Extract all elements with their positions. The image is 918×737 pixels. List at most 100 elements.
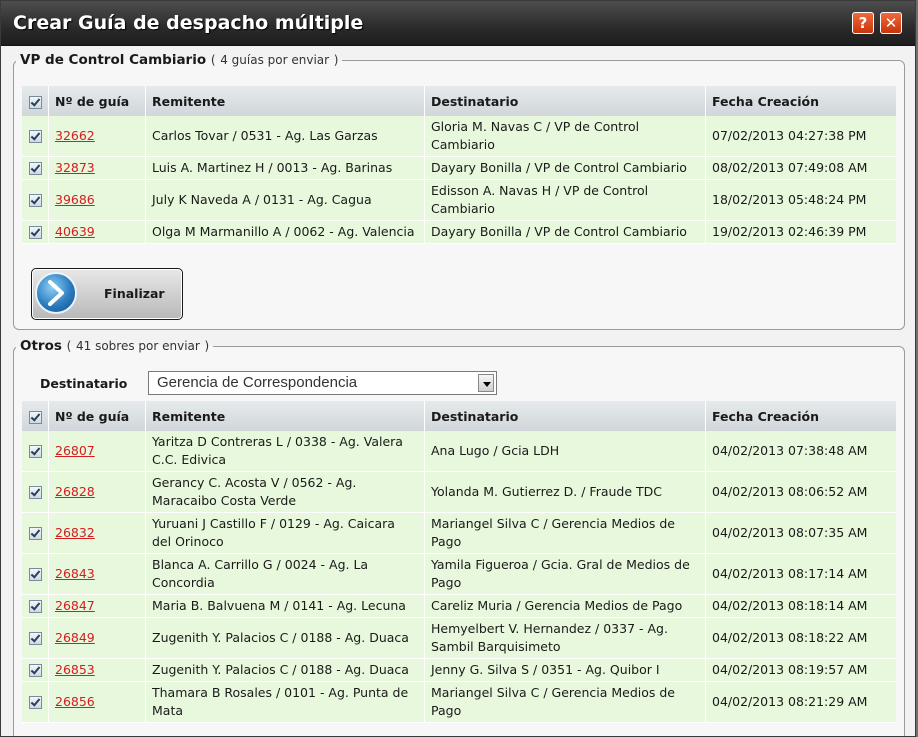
destinatario-cell: Dayary Bonilla / VP de Control Cambiario xyxy=(424,220,706,244)
col-header-fecha[interactable]: Fecha Creación xyxy=(705,86,896,116)
row-checkbox[interactable] xyxy=(28,486,42,499)
table-row[interactable]: 39686 July K Naveda A / 0131 - Ag. Cagua E… xyxy=(22,179,896,221)
table-row[interactable]: 26847 Maria B. Balvuena M / 0141 - Ag. Le… xyxy=(22,594,896,618)
col-header-remitente[interactable]: Remitente xyxy=(145,401,425,431)
col-header-fecha[interactable]: Fecha Creación xyxy=(705,401,896,431)
guia-link[interactable]: 26856 xyxy=(55,694,95,709)
row-checkbox-cell xyxy=(22,658,49,682)
table-row[interactable]: 32662 Carlos Tovar / 0531 - Ag. Las Garza… xyxy=(22,116,896,157)
row-checkbox-cell xyxy=(22,179,49,221)
fecha-cell: 08/02/2013 07:49:08 AM xyxy=(705,156,896,180)
row-checkbox-cell xyxy=(22,594,49,618)
finalizar-button[interactable]: Finalizar xyxy=(31,268,183,320)
guia-link[interactable]: 26843 xyxy=(55,566,95,581)
guia-link[interactable]: 26853 xyxy=(55,662,95,677)
guia-cell: 26847 xyxy=(48,594,146,618)
guia-link[interactable]: 40639 xyxy=(55,224,95,239)
fecha-cell: 04/02/2013 08:18:22 AM xyxy=(705,617,896,659)
chevron-down-icon[interactable] xyxy=(478,374,494,392)
dialog-window: Crear Guía de despacho múltiple ? ✕ VP d… xyxy=(0,0,916,737)
guia-link[interactable]: 32662 xyxy=(55,128,95,143)
guia-cell: 26807 xyxy=(48,431,146,472)
row-checkbox-cell xyxy=(22,512,49,554)
row-checkbox[interactable] xyxy=(28,194,42,207)
section1-count: 4 guías por enviar xyxy=(220,53,330,67)
guia-link[interactable]: 26828 xyxy=(55,484,95,499)
section-vp-control-cambiario: VP de Control Cambiario ( 4 guías por en… xyxy=(13,52,905,330)
remitente-cell: Thamara B Rosales / 0101 - Ag. Punta de … xyxy=(145,681,425,723)
table-row[interactable]: 26807 Yaritza D Contreras L / 0338 - Ag. … xyxy=(22,431,896,472)
fecha-cell: 19/02/2013 02:46:39 PM xyxy=(705,220,896,244)
col-header-guia[interactable]: Nº de guía xyxy=(48,86,146,116)
row-checkbox-cell xyxy=(22,617,49,659)
table-row[interactable]: 40639 Olga M Marmanillo A / 0062 - Ag. Va… xyxy=(22,220,896,244)
row-checkbox[interactable] xyxy=(28,527,42,540)
row-checkbox-cell xyxy=(22,220,49,244)
destinatario-select[interactable]: Gerencia de Correspondencia xyxy=(148,371,497,395)
guia-cell: 32662 xyxy=(48,116,146,157)
fecha-cell: 04/02/2013 08:17:14 AM xyxy=(705,553,896,595)
fecha-cell: 04/02/2013 08:06:52 AM xyxy=(705,471,896,513)
dialog-title: Crear Guía de despacho múltiple xyxy=(13,12,364,34)
row-checkbox-cell xyxy=(22,431,49,472)
section1-count-close: ) xyxy=(333,53,339,67)
destinatario-cell: Mariangel Silva C / Gerencia Medios de P… xyxy=(424,512,706,554)
row-checkbox[interactable] xyxy=(28,226,42,239)
remitente-cell: Yuruani J Castillo F / 0129 - Ag. Caicar… xyxy=(145,512,425,554)
close-icon[interactable]: ✕ xyxy=(880,12,902,34)
col-header-destinatario[interactable]: Destinatario xyxy=(424,86,706,116)
row-checkbox[interactable] xyxy=(28,130,42,143)
section2-title: Otros xyxy=(20,338,62,354)
row-checkbox[interactable] xyxy=(28,162,42,175)
title-bar[interactable]: Crear Guía de despacho múltiple ? ✕ xyxy=(1,1,915,46)
guia-link[interactable]: 26847 xyxy=(55,598,95,613)
destinatario-cell: Mariangel Silva C / Gerencia Medios de P… xyxy=(424,681,706,723)
select-all-cell xyxy=(22,401,49,431)
select-all-checkbox[interactable] xyxy=(28,95,42,109)
row-checkbox[interactable] xyxy=(28,632,42,645)
section1-count-open: ( xyxy=(210,53,216,67)
remitente-cell: July K Naveda A / 0131 - Ag. Cagua xyxy=(145,179,425,221)
destinatario-cell: Jenny G. Silva S / 0351 - Ag. Quibor I xyxy=(424,658,706,682)
row-checkbox[interactable] xyxy=(28,696,42,709)
table-row[interactable]: 26832 Yuruani J Castillo F / 0129 - Ag. C… xyxy=(22,512,896,554)
destinatario-cell: Edisson A. Navas H / VP de Control Cambi… xyxy=(424,179,706,221)
table-row[interactable]: 26853 Zugenith Y. Palacios C / 0188 - Ag.… xyxy=(22,658,896,682)
select-all-cell xyxy=(22,86,49,116)
section2-legend: Otros ( 41 sobres por enviar ) xyxy=(16,338,213,354)
help-icon[interactable]: ? xyxy=(852,12,874,34)
remitente-cell: Yaritza D Contreras L / 0338 - Ag. Valer… xyxy=(145,431,425,472)
guia-link[interactable]: 26849 xyxy=(55,630,95,645)
section2-count-open: ( xyxy=(66,339,72,353)
fecha-cell: 18/02/2013 05:48:24 PM xyxy=(705,179,896,221)
col-header-remitente[interactable]: Remitente xyxy=(145,86,425,116)
guia-link[interactable]: 39686 xyxy=(55,192,95,207)
guia-cell: 26843 xyxy=(48,553,146,595)
table-row[interactable]: 32873 Luis A. Martinez H / 0013 - Ag. Bar… xyxy=(22,156,896,180)
guia-link[interactable]: 32873 xyxy=(55,160,95,175)
table-row[interactable]: 26856 Thamara B Rosales / 0101 - Ag. Punt… xyxy=(22,681,896,723)
guia-link[interactable]: 26832 xyxy=(55,525,95,540)
col-header-guia[interactable]: Nº de guía xyxy=(48,401,146,431)
select-all-checkbox[interactable] xyxy=(28,410,42,424)
table-row[interactable]: 26843 Blanca A. Carrillo G / 0024 - Ag. L… xyxy=(22,553,896,595)
table-header-row: Nº de guía Remitente Destinatario Fecha … xyxy=(22,401,896,431)
destinatario-selected-value: Gerencia de Correspondencia xyxy=(157,374,358,391)
remitente-cell: Carlos Tovar / 0531 - Ag. Las Garzas xyxy=(145,116,425,157)
col-header-destinatario[interactable]: Destinatario xyxy=(424,401,706,431)
row-checkbox[interactable] xyxy=(28,664,42,677)
table-row[interactable]: 26828 Gerancy C. Acosta V / 0562 - Ag. Ma… xyxy=(22,471,896,513)
row-checkbox-cell xyxy=(22,471,49,513)
row-checkbox[interactable] xyxy=(28,600,42,613)
remitente-cell: Luis A. Martinez H / 0013 - Ag. Barinas xyxy=(145,156,425,180)
table-row[interactable]: 26849 Zugenith Y. Palacios C / 0188 - Ag.… xyxy=(22,617,896,659)
remitente-cell: Gerancy C. Acosta V / 0562 - Ag. Maracai… xyxy=(145,471,425,513)
section2-count: 41 sobres por enviar xyxy=(76,339,200,353)
guia-cell: 26832 xyxy=(48,512,146,554)
row-checkbox-cell xyxy=(22,156,49,180)
guia-link[interactable]: 26807 xyxy=(55,443,95,458)
row-checkbox[interactable] xyxy=(28,445,42,458)
section1-legend: VP de Control Cambiario ( 4 guías por en… xyxy=(16,52,342,68)
section1-title: VP de Control Cambiario xyxy=(20,52,207,68)
row-checkbox[interactable] xyxy=(28,568,42,581)
